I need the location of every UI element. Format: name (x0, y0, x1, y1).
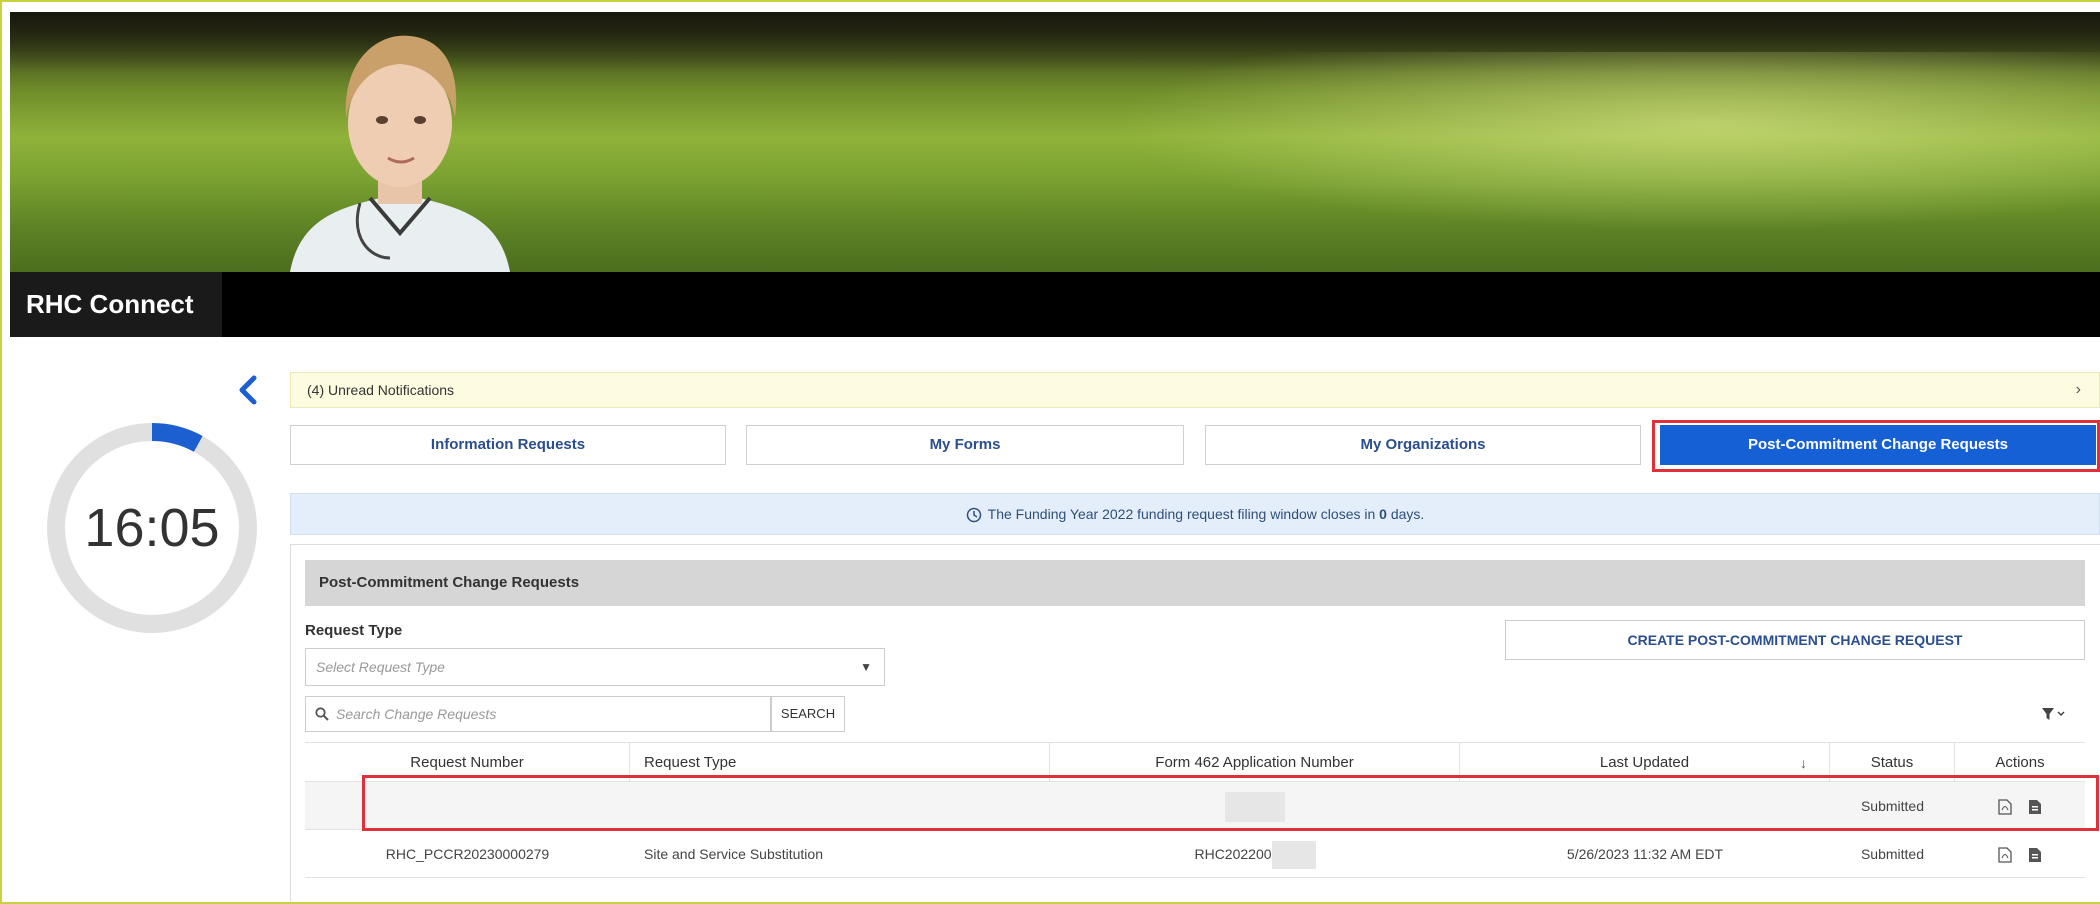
cell-request-number (305, 782, 630, 829)
tab-post-commitment-change-requests[interactable]: Post-Commitment Change Requests (1660, 425, 2096, 465)
pdf-icon[interactable] (1998, 799, 2012, 815)
tab-my-forms[interactable]: My Forms (746, 425, 1184, 465)
funding-window-text: The Funding Year 2022 funding request fi… (987, 506, 1380, 522)
clock-icon (966, 508, 981, 523)
request-type-placeholder: Select Request Type (316, 659, 445, 675)
filter-funnel-glyph (2042, 707, 2065, 720)
back-chevron-icon[interactable] (234, 372, 262, 408)
col-actions: Actions (1995, 754, 2045, 771)
right-chevron-icon[interactable]: › (2076, 373, 2081, 407)
hero-sunlight (1110, 52, 2100, 232)
table-row[interactable]: RHC_PCCR20230000279 Site and Service Sub… (305, 830, 2085, 878)
cell-request-type: Site and Service Substitution (644, 846, 823, 862)
document-icon[interactable] (2028, 847, 2042, 863)
funding-window-banner: The Funding Year 2022 funding request fi… (290, 493, 2100, 535)
table-header-row: Request Number Request Type Form 462 App… (305, 742, 2085, 782)
search-icon (315, 707, 329, 721)
notifications-label: (4) Unread Notifications (307, 382, 455, 398)
filter-icon[interactable] (2030, 696, 2078, 732)
request-type-select[interactable]: Select Request Type ▼ (305, 648, 885, 686)
cell-last-updated (1460, 782, 1830, 829)
panel-title: Post-Commitment Change Requests (305, 560, 2085, 606)
cell-actions (1955, 830, 2085, 877)
search-button[interactable]: SEARCH (771, 696, 845, 732)
tab-information-requests[interactable]: Information Requests (290, 425, 726, 465)
cell-status: Submitted (1860, 846, 1925, 862)
col-request-type[interactable]: Request Type (630, 743, 1050, 781)
funding-window-days: 0 (1379, 506, 1387, 522)
app-title: RHC Connect (10, 272, 222, 337)
tab-my-organizations[interactable]: My Organizations (1205, 425, 1641, 465)
cell-form-462: RHC202200 (1050, 830, 1460, 877)
caret-down-icon: ▼ (860, 660, 872, 674)
search-placeholder: Search Change Requests (336, 706, 497, 722)
unread-notifications-bar[interactable]: (4) Unread Notifications › (290, 372, 2100, 408)
cell-actions (1955, 782, 2085, 829)
col-request-number[interactable]: Request Number (305, 743, 630, 781)
redacted-block (1271, 841, 1316, 870)
table-row[interactable]: Submitted (305, 782, 2085, 830)
funding-window-suffix: days. (1386, 506, 1425, 522)
search-change-requests-input[interactable]: Search Change Requests (305, 696, 771, 732)
session-timer-text: 16:05 (84, 498, 220, 558)
cell-status: Submitted (1860, 798, 1925, 814)
pdf-icon[interactable] (1998, 847, 2012, 863)
cell-last-updated: 5/26/2023 11:32 AM EDT (1566, 846, 1724, 862)
cell-request-type (630, 782, 1050, 829)
col-form-462[interactable]: Form 462 Application Number (1050, 743, 1460, 781)
cell-form-462 (1050, 782, 1460, 829)
request-type-label: Request Type (305, 622, 403, 639)
cell-request-number[interactable]: RHC_PCCR20230000279 (305, 830, 630, 877)
redacted-block (1225, 792, 1285, 823)
hero-banner (10, 12, 2100, 272)
doctor-portrait (290, 35, 510, 272)
col-last-updated[interactable]: Last Updated (1460, 743, 1830, 781)
brand-bar: RHC Connect (10, 272, 2100, 337)
form-462-number: RHC202200 (1194, 846, 1272, 862)
sort-down-icon[interactable]: ↓ (1800, 743, 1807, 783)
col-status[interactable]: Status (1830, 743, 1955, 781)
create-change-request-button[interactable]: CREATE POST-COMMITMENT CHANGE REQUEST (1505, 620, 2085, 660)
document-icon[interactable] (2028, 799, 2042, 815)
